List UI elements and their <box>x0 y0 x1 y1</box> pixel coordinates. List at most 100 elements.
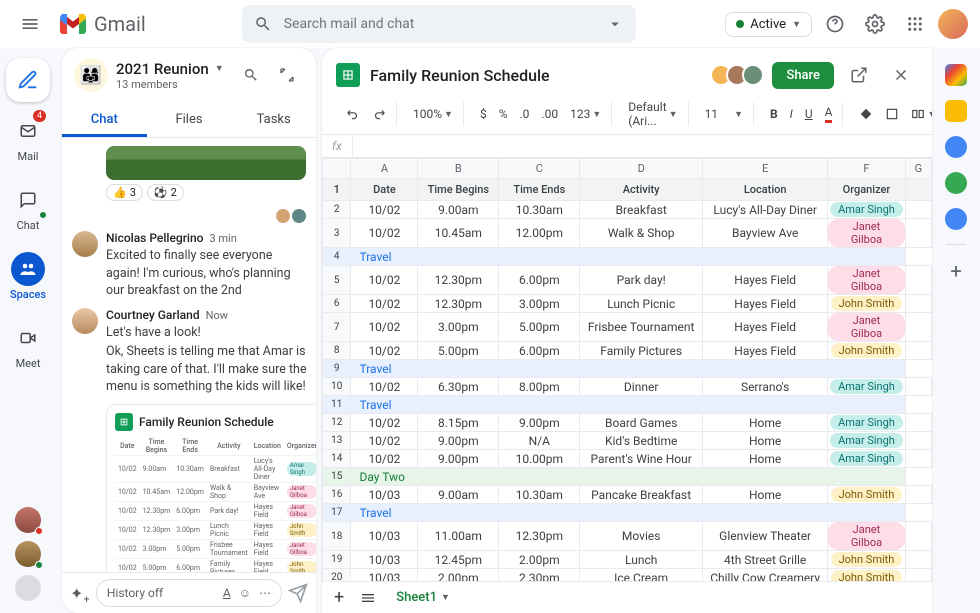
cell[interactable]: Janet Gilboa <box>828 219 905 248</box>
cell[interactable]: 10/02 <box>351 378 418 396</box>
emoji-icon[interactable]: ☺ <box>239 586 251 600</box>
search-bar[interactable] <box>242 5 636 43</box>
row-header[interactable]: 10 <box>323 378 351 396</box>
cell[interactable]: 3.00pm <box>418 313 499 342</box>
cell[interactable]: Janet Gilboa <box>828 522 905 551</box>
cell[interactable]: 10/02 <box>351 295 418 313</box>
number-format-dropdown[interactable]: 123▼ <box>566 105 605 123</box>
search-space-button[interactable] <box>234 58 268 92</box>
collaborator-avatars[interactable] <box>716 64 764 86</box>
cell[interactable]: Serrano's <box>703 378 828 396</box>
image-preview[interactable] <box>106 146 306 180</box>
nav-spaces[interactable]: Spaces <box>0 244 56 309</box>
decrease-decimal-button[interactable]: .0 <box>516 105 534 123</box>
cell[interactable]: 12.30pm <box>418 295 499 313</box>
cell[interactable]: John Smith <box>828 295 905 313</box>
open-external-button[interactable] <box>842 58 876 92</box>
cell[interactable]: 10/02 <box>351 313 418 342</box>
cell[interactable]: 5.00pm <box>418 342 499 360</box>
settings-button[interactable] <box>858 7 892 41</box>
currency-button[interactable]: $ <box>476 105 491 123</box>
cell[interactable]: 10/03 <box>351 522 418 551</box>
cell[interactable]: 3.00pm <box>499 295 580 313</box>
row-header[interactable]: 4 <box>323 248 351 266</box>
cell[interactable]: 10/02 <box>351 219 418 248</box>
font-size-dropdown[interactable]: 11▼ <box>701 105 747 123</box>
cell[interactable]: Board Games <box>580 414 703 432</box>
compose-input[interactable]: History off A ☺ ⋯ <box>96 579 282 607</box>
format-icon[interactable]: A <box>223 586 231 600</box>
row-header[interactable]: 14 <box>323 450 351 468</box>
all-sheets-button[interactable] <box>356 588 380 608</box>
undo-button[interactable] <box>342 105 364 123</box>
cell[interactable]: Ice Cream <box>580 569 703 582</box>
header-cell[interactable]: Location <box>703 179 828 201</box>
cell[interactable]: 10/02 <box>351 450 418 468</box>
cell[interactable]: Travel <box>351 360 905 378</box>
cell[interactable]: John Smith <box>828 486 905 504</box>
column-header[interactable]: E <box>703 159 828 179</box>
column-header[interactable]: G <box>905 159 931 179</box>
smart-compose-icon[interactable]: ✦₊ <box>70 584 90 603</box>
cell[interactable]: Hayes Field <box>703 313 828 342</box>
header-cell[interactable]: Time Ends <box>499 179 580 201</box>
cell[interactable]: Bayview Ave <box>703 219 828 248</box>
row-header[interactable]: 20 <box>323 569 351 582</box>
row-header[interactable]: 8 <box>323 342 351 360</box>
cell[interactable]: Lunch <box>580 551 703 569</box>
row-header[interactable]: 3 <box>323 219 351 248</box>
cell[interactable]: 10/02 <box>351 432 418 450</box>
cell[interactable]: 12.30pm <box>499 522 580 551</box>
message-avatar[interactable] <box>72 308 98 334</box>
reaction-chip[interactable]: ⚽2 <box>147 184 184 201</box>
collapse-button[interactable] <box>270 58 304 92</box>
row-header[interactable]: 16 <box>323 486 351 504</box>
cell[interactable]: 6.30pm <box>418 378 499 396</box>
borders-button[interactable] <box>881 105 903 123</box>
cell[interactable]: Breakfast <box>580 201 703 219</box>
search-options-button[interactable] <box>602 11 628 37</box>
more-icon[interactable]: ⋯ <box>259 586 271 600</box>
tab-chat[interactable]: Chat <box>62 102 147 137</box>
cell[interactable]: 2.30pm <box>499 569 580 582</box>
redo-button[interactable] <box>368 105 390 123</box>
cell[interactable]: 10/03 <box>351 486 418 504</box>
cell[interactable]: Park day! <box>580 266 703 295</box>
nav-mail[interactable]: Mail 4 <box>0 106 56 171</box>
cell[interactable]: Hayes Field <box>703 295 828 313</box>
cell[interactable]: 10/02 <box>351 342 418 360</box>
contacts-addon[interactable] <box>945 172 967 194</box>
sheet-tab[interactable]: Sheet1▼ <box>388 586 458 609</box>
row-header[interactable]: 11 <box>323 396 351 414</box>
cell[interactable]: Parent's Wine Hour <box>580 450 703 468</box>
cell[interactable]: Janet Gilboa <box>828 266 905 295</box>
cell[interactable]: John Smith <box>828 551 905 569</box>
header-cell[interactable]: Activity <box>580 179 703 201</box>
row-header[interactable]: 9 <box>323 360 351 378</box>
send-button[interactable] <box>288 583 308 603</box>
cell[interactable]: 8.15pm <box>418 414 499 432</box>
cell[interactable]: 10/02 <box>351 414 418 432</box>
add-sheet-button[interactable]: + <box>330 585 348 610</box>
row-header[interactable]: 7 <box>323 313 351 342</box>
merge-button[interactable]: ▼ <box>907 105 932 123</box>
main-menu-button[interactable] <box>12 6 48 42</box>
cell[interactable]: 9.00pm <box>418 450 499 468</box>
cell[interactable]: Day Two <box>351 468 905 486</box>
row-header[interactable]: 18 <box>323 522 351 551</box>
cell[interactable]: 8.00pm <box>499 378 580 396</box>
cell[interactable]: Frisbee Tournament <box>580 313 703 342</box>
cell[interactable]: John Smith <box>828 342 905 360</box>
cell[interactable]: Lunch Picnic <box>580 295 703 313</box>
row-header[interactable]: 1 <box>323 179 351 201</box>
cell[interactable]: 9.00am <box>418 486 499 504</box>
cell[interactable]: 10/03 <box>351 569 418 582</box>
cell[interactable]: Family Pictures <box>580 342 703 360</box>
cell[interactable]: Amar Singh <box>828 450 905 468</box>
cell[interactable]: Glenview Theater <box>703 522 828 551</box>
cell[interactable]: Hayes Field <box>703 342 828 360</box>
nav-meet[interactable]: Meet <box>0 313 56 378</box>
cell[interactable]: Kid's Bedtime <box>580 432 703 450</box>
row-header[interactable]: 5 <box>323 266 351 295</box>
italic-button[interactable]: I <box>786 105 797 123</box>
